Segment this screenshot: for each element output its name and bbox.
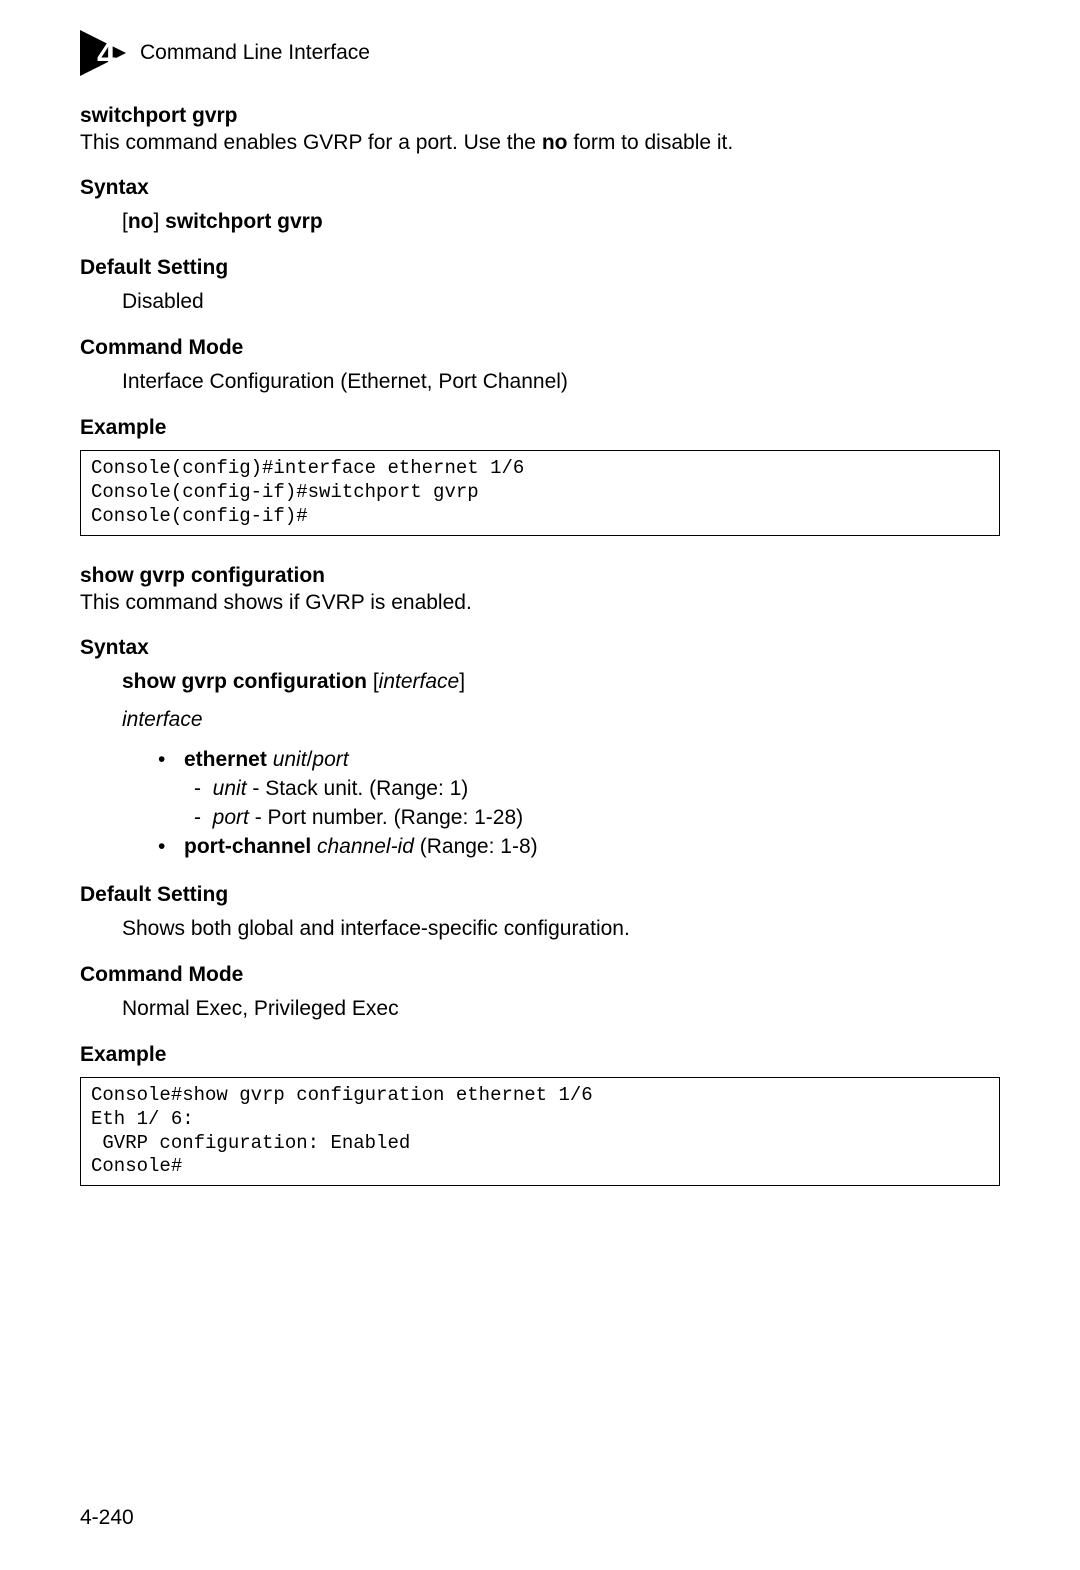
channel-id-italic: channel-id xyxy=(311,835,414,858)
chapter-number-icon: 4 xyxy=(80,30,126,76)
bullet-dot-icon: • xyxy=(158,746,184,774)
syntax-no: no xyxy=(128,210,154,233)
syntax-cmd-bold: show gvrp configuration xyxy=(122,670,367,693)
command-description: This command enables GVRP for a port. Us… xyxy=(80,130,1000,156)
syntax-cmd: switchport gvrp xyxy=(165,210,323,233)
desc-text-a: This command enables GVRP for a port. Us… xyxy=(80,131,542,154)
default-value: Disabled xyxy=(80,290,1000,314)
ethernet-port: port xyxy=(312,748,348,771)
command-switchport-gvrp: switchport gvrp This command enables GVR… xyxy=(80,104,1000,536)
ethernet-unit: unit xyxy=(267,748,307,771)
mode-value: Interface Configuration (Ethernet, Port … xyxy=(80,370,1000,394)
desc-no: no xyxy=(542,131,568,154)
bullet-port-channel: • port-channel channel-id (Range: 1-8) xyxy=(80,833,1000,861)
command-description: This command shows if GVRP is enabled. xyxy=(80,590,1000,616)
syntax-line: [no] switchport gvrp xyxy=(80,210,1000,234)
command-title: show gvrp configuration xyxy=(80,564,1000,588)
chapter-number: 4 xyxy=(97,36,116,74)
dash-unit: - unit - Stack unit. (Range: 1) xyxy=(80,774,1000,803)
syntax-close-bracket: ] xyxy=(154,210,166,233)
mode-label: Command Mode xyxy=(80,963,1000,987)
syntax-label: Syntax xyxy=(80,636,1000,660)
unit-text: - Stack unit. (Range: 1) xyxy=(247,777,469,800)
bullet-dot-icon: • xyxy=(158,833,184,861)
default-label: Default Setting xyxy=(80,256,1000,280)
port-channel-bold: port-channel xyxy=(184,835,311,858)
dash-port: - port - Port number. (Range: 1-28) xyxy=(80,803,1000,832)
port-text: - Port number. (Range: 1-28) xyxy=(249,806,523,829)
mode-label: Command Mode xyxy=(80,336,1000,360)
port-italic: port xyxy=(213,806,249,829)
bullet-ethernet: • ethernet unit/port xyxy=(80,746,1000,774)
syntax-open-bracket: [ xyxy=(367,670,379,693)
page-header: 4 Command Line Interface xyxy=(80,30,1000,76)
desc-text-b: form to disable it. xyxy=(567,131,733,154)
syntax-line: show gvrp configuration [interface] xyxy=(80,670,1000,694)
header-title: Command Line Interface xyxy=(140,41,370,65)
syntax-param: interface xyxy=(379,670,460,693)
example-label: Example xyxy=(80,416,1000,440)
page: 4 Command Line Interface switchport gvrp… xyxy=(0,0,1080,1570)
example-code-block: Console#show gvrp configuration ethernet… xyxy=(80,1077,1000,1186)
ethernet-bold: ethernet xyxy=(184,748,267,771)
default-value: Shows both global and interface-specific… xyxy=(80,917,1000,941)
page-number: 4-240 xyxy=(80,1506,134,1530)
syntax-label: Syntax xyxy=(80,176,1000,200)
syntax-close-bracket: ] xyxy=(459,670,465,693)
interface-word: interface xyxy=(80,708,1000,732)
interface-italic: interface xyxy=(122,708,203,731)
command-title: switchport gvrp xyxy=(80,104,1000,128)
unit-italic: unit xyxy=(213,777,247,800)
mode-value: Normal Exec, Privileged Exec xyxy=(80,997,1000,1021)
example-code-block: Console(config)#interface ethernet 1/6 C… xyxy=(80,450,1000,535)
example-label: Example xyxy=(80,1043,1000,1067)
command-show-gvrp-configuration: show gvrp configuration This command sho… xyxy=(80,564,1000,1187)
default-label: Default Setting xyxy=(80,883,1000,907)
channel-id-text: (Range: 1-8) xyxy=(414,835,538,858)
